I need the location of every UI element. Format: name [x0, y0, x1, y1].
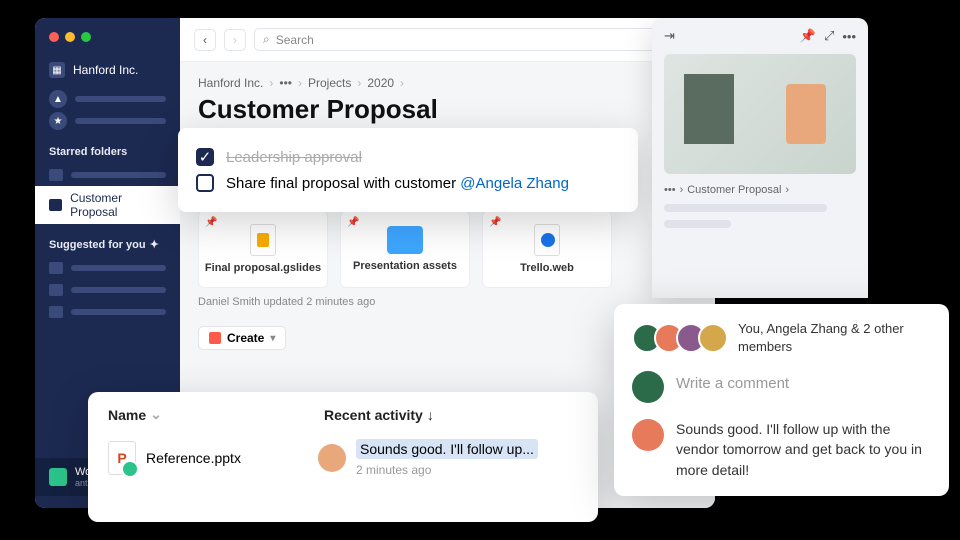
- inspector-breadcrumb: •••› Customer Proposal›: [664, 184, 856, 196]
- comments-card: You, Angela Zhang & 2 other members Writ…: [614, 304, 949, 496]
- avatar: [698, 323, 728, 353]
- placeholder-bar: [664, 220, 731, 228]
- comment-row: Sounds good. I'll follow up with the ven…: [632, 419, 931, 480]
- checkbox-icon[interactable]: [196, 174, 214, 192]
- timestamp: 2 minutes ago: [356, 463, 538, 477]
- comment-input[interactable]: Write a comment: [676, 371, 789, 392]
- pin-icon: 📌: [205, 217, 217, 228]
- todo-item[interactable]: ✓ Leadership approval: [196, 144, 620, 170]
- plus-icon: [209, 332, 221, 344]
- file-tile[interactable]: 📌 Final proposal.gslides: [198, 210, 328, 288]
- section-starred-label: Starred folders: [35, 132, 180, 164]
- file-name: Reference.pptx: [146, 450, 241, 466]
- comment-body: Sounds good. I'll follow up with the ven…: [676, 419, 931, 480]
- more-icon[interactable]: •••: [842, 29, 856, 44]
- forward-button[interactable]: ›: [224, 29, 246, 51]
- avatar: [632, 419, 664, 451]
- user-icon: ▲: [49, 90, 67, 108]
- section-suggested-label: Suggested for you✦: [35, 224, 180, 257]
- mention[interactable]: @Angela Zhang: [460, 175, 569, 192]
- window-controls: [35, 30, 180, 58]
- todo-item[interactable]: Share final proposal with customer @Ange…: [196, 170, 620, 196]
- folder-icon: [49, 199, 62, 211]
- search-input[interactable]: ⌕ Search: [254, 28, 701, 51]
- preview-thumbnail[interactable]: [664, 54, 856, 174]
- create-button[interactable]: Create ▾: [198, 326, 286, 350]
- crumb-label[interactable]: Customer Proposal: [687, 184, 781, 196]
- workspace-icon: [49, 468, 67, 486]
- folder-label: Customer Proposal: [70, 191, 166, 219]
- minimize-icon[interactable]: [65, 32, 75, 42]
- folder-row[interactable]: [35, 301, 180, 323]
- search-placeholder: Search: [276, 33, 314, 47]
- create-label: Create: [227, 331, 264, 345]
- expand-icon[interactable]: ⤢: [824, 28, 834, 44]
- pin-icon: 📌: [489, 217, 501, 228]
- org-name: Hanford Inc.: [73, 63, 138, 77]
- folder-row[interactable]: [35, 279, 180, 301]
- sidebar-row-starred[interactable]: ★: [35, 110, 180, 132]
- search-icon: ⌕: [263, 32, 270, 47]
- col-name[interactable]: Name: [108, 407, 146, 423]
- folder-row[interactable]: [35, 164, 180, 186]
- activity-snippet: Sounds good. I'll follow up...: [356, 439, 538, 459]
- avatar-stack[interactable]: [632, 323, 728, 353]
- inspector-panel: ⇥ 📌 ⤢ ••• •••› Customer Proposal›: [652, 18, 868, 298]
- collapse-icon[interactable]: ⇥: [664, 28, 675, 44]
- star-icon: ★: [49, 112, 67, 130]
- folder-icon: [49, 262, 63, 274]
- tile-label: Final proposal.gslides: [205, 262, 321, 274]
- web-icon: [534, 224, 560, 256]
- maximize-icon[interactable]: [81, 32, 91, 42]
- powerpoint-icon: [108, 441, 136, 475]
- comment-input-row: Write a comment: [632, 371, 931, 403]
- tile-label: Presentation assets: [353, 260, 457, 272]
- gslides-icon: [250, 224, 276, 256]
- checkbox-checked-icon[interactable]: ✓: [196, 148, 214, 166]
- pin-icon[interactable]: 📌: [800, 28, 816, 44]
- folder-icon: [49, 306, 63, 318]
- topbar: ‹ › ⌕ Search: [180, 18, 715, 62]
- sidebar-row-user[interactable]: ▲: [35, 88, 180, 110]
- sort-icon[interactable]: ⌄: [150, 406, 162, 423]
- members-row: You, Angela Zhang & 2 other members: [632, 320, 931, 355]
- crumb-year[interactable]: 2020: [367, 76, 394, 90]
- folder-icon: [49, 284, 63, 296]
- sort-down-icon[interactable]: ↓: [427, 407, 434, 423]
- tile-label: Trello.web: [520, 262, 574, 274]
- sparkle-icon: ✦: [150, 239, 159, 251]
- crumb-dots[interactable]: •••: [664, 184, 676, 196]
- todo-text: Share final proposal with customer @Ange…: [226, 175, 569, 192]
- close-icon[interactable]: [49, 32, 59, 42]
- file-tile[interactable]: 📌 Trello.web: [482, 210, 612, 288]
- table-row[interactable]: Reference.pptx Sounds good. I'll follow …: [108, 439, 578, 477]
- pin-icon: 📌: [347, 217, 359, 228]
- folder-icon: [49, 169, 63, 181]
- breadcrumb: Hanford Inc.› •••› Projects› 2020›: [198, 76, 697, 90]
- todo-text: Leadership approval: [226, 149, 362, 166]
- org-selector[interactable]: ▦ Hanford Inc.: [35, 58, 180, 88]
- table-card: Name⌄ Recent activity↓ Reference.pptx So…: [88, 392, 598, 522]
- folder-icon: [387, 226, 423, 254]
- page-title: Customer Proposal: [198, 94, 697, 125]
- folder-row[interactable]: [35, 257, 180, 279]
- avatar: [632, 371, 664, 403]
- crumb-projects[interactable]: Projects: [308, 76, 351, 90]
- file-tiles: 📌 Final proposal.gslides 📌 Presentation as…: [198, 210, 697, 288]
- todo-card: ✓ Leadership approval Share final propos…: [178, 128, 638, 212]
- col-activity[interactable]: Recent activity: [324, 407, 423, 423]
- chevron-down-icon: ▾: [270, 333, 275, 344]
- avatar: [318, 444, 346, 472]
- crumb-root[interactable]: Hanford Inc.: [198, 76, 263, 90]
- placeholder-bar: [664, 204, 827, 212]
- crumb-dots[interactable]: •••: [279, 76, 292, 90]
- folder-row-active[interactable]: Customer Proposal: [35, 186, 180, 224]
- building-icon: ▦: [49, 62, 65, 78]
- table-header: Name⌄ Recent activity↓: [108, 406, 578, 423]
- inspector-toolbar: ⇥ 📌 ⤢ •••: [664, 28, 856, 44]
- file-tile[interactable]: 📌 Presentation assets: [340, 210, 470, 288]
- back-button[interactable]: ‹: [194, 29, 216, 51]
- members-text: You, Angela Zhang & 2 other members: [738, 320, 931, 355]
